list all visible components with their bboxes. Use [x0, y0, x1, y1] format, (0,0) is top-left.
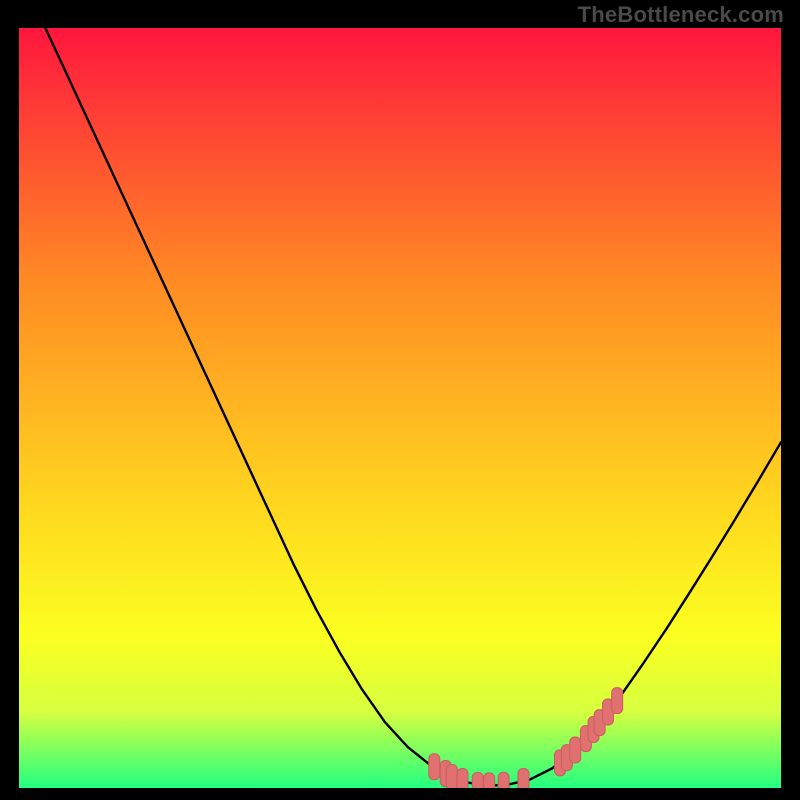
- gradient-background: [19, 28, 781, 788]
- watermark-text: TheBottleneck.com: [578, 2, 784, 28]
- curve-marker: [472, 772, 483, 788]
- curve-marker: [518, 769, 529, 788]
- curve-marker: [570, 737, 581, 763]
- curve-marker: [457, 769, 468, 788]
- chart-plot-area: [19, 28, 781, 788]
- chart-svg: [19, 28, 781, 788]
- curve-marker: [498, 772, 509, 788]
- curve-marker: [446, 764, 457, 788]
- curve-marker: [612, 688, 623, 714]
- curve-marker: [484, 773, 495, 788]
- chart-frame: TheBottleneck.com: [0, 0, 800, 800]
- curve-marker: [429, 754, 440, 780]
